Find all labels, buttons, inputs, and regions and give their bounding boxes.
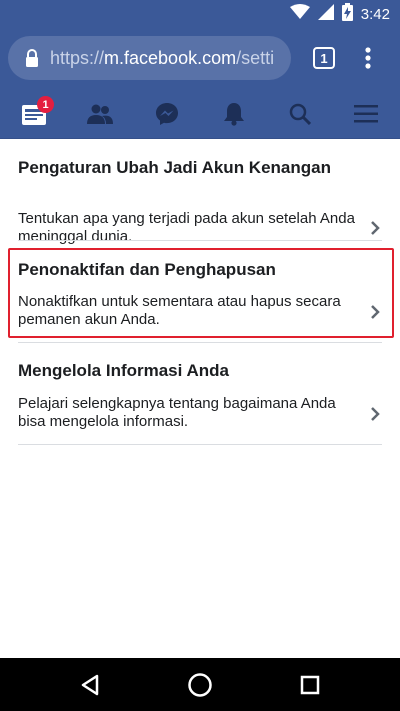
lock-icon: [24, 48, 40, 68]
item-title: Pengaturan Ubah Jadi Akun Kenangan: [18, 158, 331, 177]
divider: [18, 342, 382, 343]
home-icon[interactable]: [170, 658, 230, 711]
item-description: Pelajari selengkapnya tentang bagaimana …: [18, 395, 336, 430]
list-item-manage-information[interactable]: Mengelola Informasi Anda Pelajari seleng…: [18, 361, 382, 461]
browser-toolbar: https://m.facebook.com/setti 1: [0, 28, 400, 88]
facebook-navbar: 1: [0, 88, 400, 139]
address-bar[interactable]: https://m.facebook.com/setti: [8, 36, 291, 80]
list-item-memorialization-settings[interactable]: Pengaturan Ubah Jadi Akun Kenangan Tentu…: [18, 158, 382, 258]
status-icons: 3:42: [289, 0, 390, 28]
divider: [18, 240, 382, 241]
notification-badge: 1: [37, 96, 54, 113]
chevron-right-icon: [368, 404, 382, 424]
hamburger-menu-icon[interactable]: [341, 88, 391, 139]
url-path: /setti: [236, 47, 275, 68]
friends-icon[interactable]: [75, 88, 125, 139]
divider: [18, 444, 382, 445]
status-bar: 3:42: [0, 0, 400, 28]
recents-icon[interactable]: [280, 658, 340, 711]
tab-switcher-button[interactable]: 1: [313, 47, 335, 69]
cell-signal-icon: [317, 3, 334, 25]
wifi-icon: [289, 3, 310, 25]
url-domain: m.facebook.com: [104, 47, 237, 68]
item-title: Mengelola Informasi Anda: [18, 361, 229, 380]
battery-charging-icon: [341, 2, 353, 26]
android-nav-bar: [0, 658, 400, 711]
url-prefix: https://: [50, 47, 105, 68]
overflow-menu-icon[interactable]: [358, 43, 378, 73]
notifications-bell-icon[interactable]: [209, 88, 259, 139]
settings-list: Pengaturan Ubah Jadi Akun Kenangan Tentu…: [0, 139, 400, 658]
highlight-box: [8, 248, 394, 338]
url-text[interactable]: https://m.facebook.com/setti: [50, 48, 285, 69]
tab-count: 1: [320, 50, 328, 66]
back-icon[interactable]: [60, 658, 120, 711]
news-feed-icon[interactable]: 1: [9, 88, 59, 139]
messenger-icon[interactable]: [142, 88, 192, 139]
search-icon[interactable]: [275, 88, 325, 139]
chevron-right-icon: [368, 218, 382, 238]
status-time: 3:42: [360, 5, 390, 23]
